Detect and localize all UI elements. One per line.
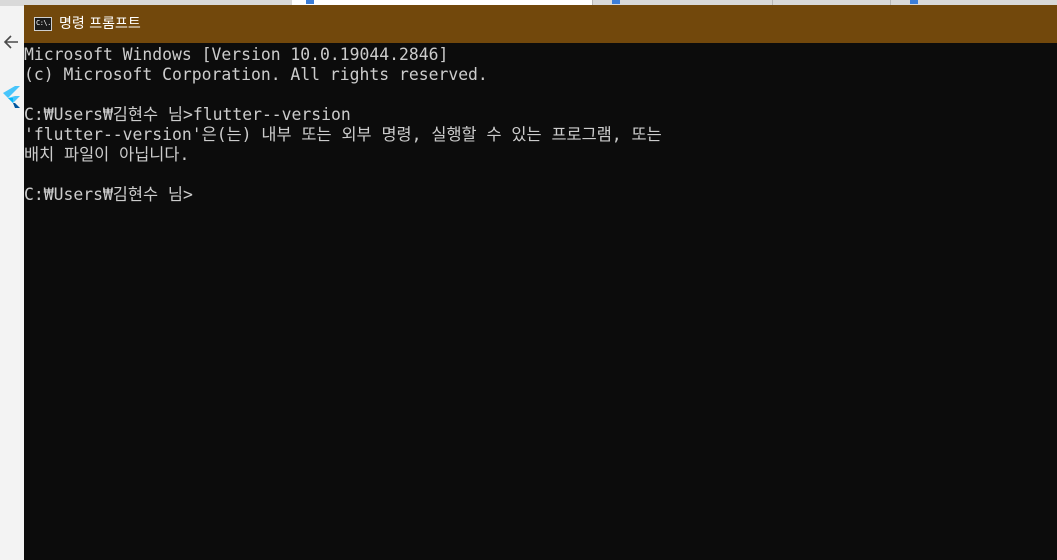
- window-title: 명령 프롬프트: [59, 16, 141, 32]
- desktop: C:\. 명령 프롬프트 Microsoft Windows [Version …: [0, 0, 1057, 560]
- background-tab-icon: [306, 0, 314, 4]
- back-arrow-icon[interactable]: [2, 32, 22, 52]
- background-tab-icon: [612, 0, 620, 4]
- console-lines: Microsoft Windows [Version 10.0.19044.28…: [24, 45, 662, 205]
- command-prompt-window[interactable]: C:\. 명령 프롬프트 Microsoft Windows [Version …: [24, 5, 1057, 560]
- console-prompt-line[interactable]: C:₩Users₩김현수 님>: [24, 185, 662, 205]
- background-window-edge: [0, 6, 24, 560]
- console-line: (c) Microsoft Corporation. All rights re…: [24, 65, 488, 84]
- console-line: Microsoft Windows [Version 10.0.19044.28…: [24, 45, 449, 64]
- console-line: 'flutter--version'은(는) 내부 또는 외부 명령, 실행할 …: [24, 125, 662, 144]
- console-line: 배치 파일이 아닙니다.: [24, 145, 190, 164]
- command-prompt-icon-label: C:\.: [36, 19, 51, 27]
- console-output[interactable]: Microsoft Windows [Version 10.0.19044.28…: [24, 43, 1057, 560]
- console-line: C:₩Users₩김현수 님>flutter--version: [24, 105, 351, 124]
- flutter-logo-icon: [3, 86, 20, 108]
- background-tab-icon: [910, 0, 918, 4]
- command-prompt-icon[interactable]: C:\.: [34, 17, 52, 31]
- title-bar[interactable]: C:\. 명령 프롬프트: [24, 5, 1057, 43]
